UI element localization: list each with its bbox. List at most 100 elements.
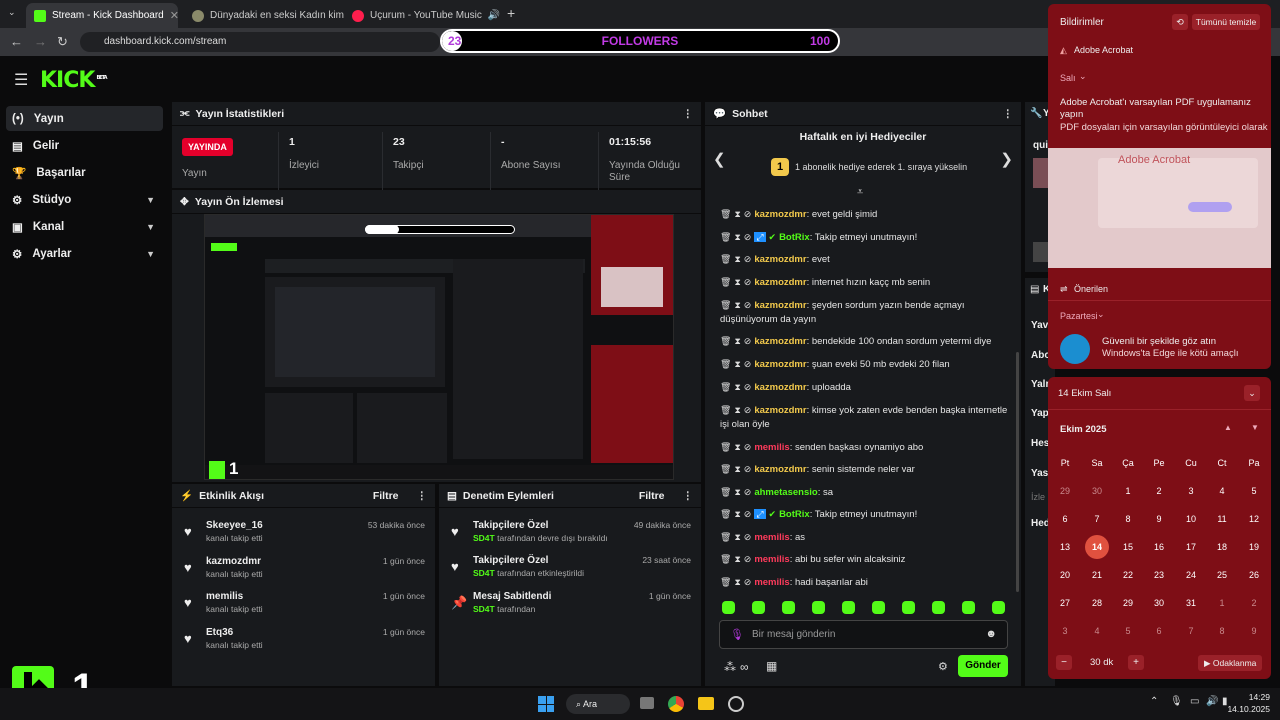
calendar-day[interactable]: 9 <box>1147 514 1171 524</box>
timeout-icon[interactable]: ⧗ <box>734 359 740 369</box>
delete-icon[interactable]: 🗑 <box>720 464 731 474</box>
calendar-day[interactable]: 30 <box>1147 598 1171 608</box>
ban-icon[interactable]: ⊘ <box>744 532 752 542</box>
calendar-day[interactable]: 20 <box>1053 570 1077 580</box>
file-explorer-icon[interactable] <box>698 697 714 710</box>
calendar-day[interactable]: 7 <box>1179 626 1203 636</box>
chat-message[interactable]: 🗑 ⧗ ⊘ memilis: hadi başarılar abi <box>720 575 1010 590</box>
network-icon[interactable]: ▭ <box>1190 696 1199 707</box>
timeout-icon[interactable]: ⧗ <box>734 336 740 346</box>
calendar-day[interactable]: 22 <box>1116 570 1140 580</box>
chat-username[interactable]: kazmozdmr <box>754 359 806 370</box>
calendar-day[interactable]: 10 <box>1179 514 1203 524</box>
chat-message[interactable]: 🗑 ⧗ ⊘ memilis: senden başkası oynamiyo abo <box>720 440 1010 455</box>
new-tab-button[interactable]: + <box>507 5 515 21</box>
chat-message[interactable]: 🗑 ⧗ ⊘ ⤢ ✔ BotRix: Takip etmeyi unutmayın! <box>720 230 1010 245</box>
chat-username[interactable]: BotRix <box>779 232 810 243</box>
calendar-day[interactable]: 8 <box>1210 626 1234 636</box>
calendar-day[interactable]: 24 <box>1179 570 1203 580</box>
delete-icon[interactable]: 🗑 <box>720 300 731 310</box>
calendar-day[interactable]: 7 <box>1085 514 1109 524</box>
focus-start-button[interactable]: ▶ Odaklanma <box>1198 655 1262 671</box>
timeout-icon[interactable]: ⧗ <box>734 532 740 542</box>
delete-icon[interactable]: 🗑 <box>720 382 731 392</box>
delete-icon[interactable]: 🗑 <box>720 405 731 415</box>
timeout-icon[interactable]: ⧗ <box>734 442 740 452</box>
ban-icon[interactable]: ⊘ <box>744 382 752 392</box>
more-options-icon[interactable]: ⋮ <box>683 490 694 502</box>
emote-icon[interactable] <box>782 601 795 614</box>
timeout-icon[interactable]: ⧗ <box>734 509 740 519</box>
chat-message[interactable]: 🗑 ⧗ ⊘ ahmetasensio: sa <box>720 485 1010 500</box>
ban-icon[interactable]: ⊘ <box>744 300 752 310</box>
calendar-day[interactable]: 8 <box>1116 514 1140 524</box>
calendar-day[interactable]: 2 <box>1147 486 1171 496</box>
kick-logo[interactable]: KICK BETA <box>40 68 108 93</box>
calendar-day[interactable]: 12 <box>1242 514 1266 524</box>
menu-icon[interactable]: ☰ <box>14 70 28 90</box>
chat-username[interactable]: memilis <box>754 442 789 453</box>
calendar-day[interactable]: 16 <box>1147 542 1171 552</box>
ban-icon[interactable]: ⊘ <box>744 336 752 346</box>
chat-message[interactable]: 🗑 ⧗ ⊘ memilis: as <box>720 530 1010 545</box>
emote-icon[interactable] <box>932 601 945 614</box>
calendar-day[interactable]: 3 <box>1053 626 1077 636</box>
ban-icon[interactable]: ⊘ <box>744 405 752 415</box>
ban-icon[interactable]: ⊘ <box>744 359 752 369</box>
calendar-day[interactable]: 5 <box>1116 626 1140 636</box>
chat-message[interactable]: 🗑 ⧗ ⊘ kazmozdmr: senin sistemde neler var <box>720 462 1010 477</box>
browser-tab-youtube-music[interactable]: Uçurum - YouTube Music 🔊 ✕ <box>344 3 500 28</box>
calendar-day[interactable]: 2 <box>1242 598 1266 608</box>
calendar-day[interactable]: 1 <box>1210 598 1234 608</box>
calendar-day[interactable]: 28 <box>1085 598 1109 608</box>
chat-message[interactable]: 🗑 ⧗ ⊘ kazmozdmr: kimse yok zaten evde bende… <box>720 403 1010 432</box>
chat-input[interactable]: 🎙 Bir mesaj gönderin ☻ <box>719 620 1008 649</box>
chat-message[interactable]: 🗑 ⧗ ⊘ kazmozdmr: evet geldi şimid <box>720 207 1010 222</box>
calendar-day[interactable]: 9 <box>1242 626 1266 636</box>
send-button[interactable]: Gönder <box>958 655 1008 677</box>
windows-start-icon[interactable] <box>538 696 554 712</box>
calendar-day[interactable]: 30 <box>1085 486 1109 496</box>
reload-icon[interactable]: ↻ <box>57 34 68 50</box>
calendar-day[interactable]: 27 <box>1053 598 1077 608</box>
calendar-day[interactable]: 26 <box>1242 570 1266 580</box>
emoji-icon[interactable]: ☻ <box>985 628 997 640</box>
ban-icon[interactable]: ⊘ <box>744 232 752 242</box>
scroll-down-icon[interactable]: ⩡ <box>857 186 863 199</box>
ban-icon[interactable]: ⊘ <box>744 577 752 587</box>
calendar-day[interactable]: 1 <box>1116 486 1140 496</box>
emote-icon[interactable] <box>842 601 855 614</box>
sidebar-item-ayarlar[interactable]: ⚙ Ayarlar ▼ <box>6 241 163 266</box>
chevron-down-icon[interactable]: ⌄ <box>1097 309 1105 320</box>
filter-button[interactable]: Filtre <box>639 490 665 502</box>
calendar-day[interactable]: 18 <box>1210 542 1234 552</box>
chat-username[interactable]: kazmozdmr <box>754 277 806 288</box>
more-options-icon[interactable]: ⋮ <box>683 108 694 120</box>
sidebar-item-basarilar[interactable]: 🏆 Başarılar <box>6 160 163 185</box>
emote-icon[interactable] <box>962 601 975 614</box>
delete-icon[interactable]: 🗑 <box>720 532 731 542</box>
chat-message[interactable]: 🗑 ⧗ ⊘ kazmozdmr: evet <box>720 252 1010 267</box>
chat-username[interactable]: memilis <box>754 577 789 588</box>
chevron-right-icon[interactable]: ❯ <box>1000 150 1013 168</box>
chat-message[interactable]: 🗑 ⧗ ⊘ kazmozdmr: şeyden sordum yazın bende … <box>720 298 1010 327</box>
clear-all-button[interactable]: Tümünü temizle <box>1192 14 1260 30</box>
chat-username[interactable]: kazmozdmr <box>754 300 806 311</box>
browser-tab-search[interactable]: Dünyadaki en seksi Kadın kim ✕ <box>184 3 344 28</box>
delete-icon[interactable]: 🗑 <box>720 336 731 346</box>
calendar-day[interactable]: 4 <box>1085 626 1109 636</box>
calendar-month[interactable]: Ekim 2025 <box>1060 424 1106 435</box>
chat-message[interactable]: 🗑 ⧗ ⊘ kazmozdmr: şuan eveki 50 mb evdeki 20… <box>720 357 1010 372</box>
chat-username[interactable]: kazmozdmr <box>754 405 806 416</box>
chrome-icon[interactable] <box>668 696 684 712</box>
store-icon[interactable]: ▦ <box>766 659 777 673</box>
users-icon[interactable]: ⁂ <box>724 660 736 674</box>
ban-icon[interactable]: ⊘ <box>744 209 752 219</box>
clock-time[interactable]: 14:29 <box>1240 692 1270 702</box>
calendar-day[interactable]: 11 <box>1210 514 1234 524</box>
chat-message[interactable]: 🗑 ⧗ ⊘ ⤢ ✔ BotRix: Takip etmeyi unutmayın! <box>720 507 1010 522</box>
calendar-day[interactable]: 19 <box>1242 542 1266 552</box>
ban-icon[interactable]: ⊘ <box>744 254 752 264</box>
chat-message[interactable]: 🗑 ⧗ ⊘ memilis: abi bu sefer win alcaksiniz <box>720 552 1010 567</box>
delete-icon[interactable]: 🗑 <box>720 554 731 564</box>
